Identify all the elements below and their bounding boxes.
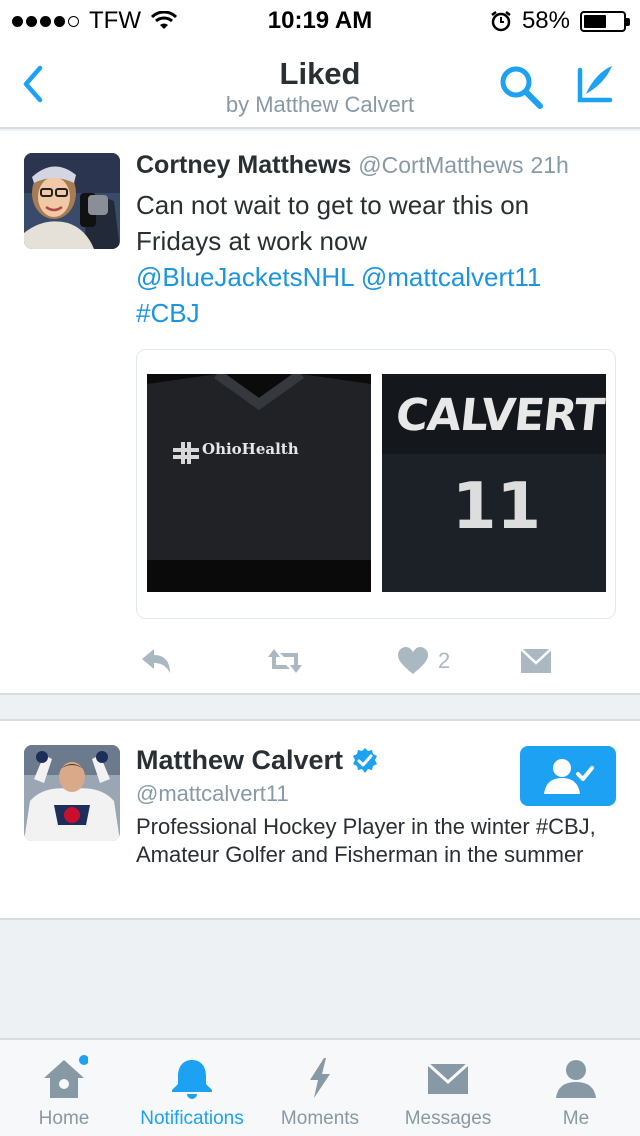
search-button[interactable] bbox=[496, 62, 546, 112]
user-card[interactable]: Matthew Calvert @mattcalvert11 Professio… bbox=[0, 719, 640, 920]
retweet-button[interactable] bbox=[266, 645, 304, 677]
person-check-icon bbox=[544, 759, 594, 794]
tweet-actions: 2 bbox=[136, 639, 616, 679]
tweet-text-line: Can not wait to get to wear this on bbox=[136, 190, 530, 220]
tweet-timestamp: 21h bbox=[530, 152, 569, 178]
compose-button[interactable] bbox=[572, 60, 620, 108]
jersey-name-text: CALVERT bbox=[393, 390, 606, 441]
tweet-media: OhioHealth CALVERT 11 bbox=[136, 349, 616, 619]
tab-messages[interactable]: Messages bbox=[384, 1040, 512, 1136]
verified-badge-icon bbox=[353, 747, 378, 773]
jersey-number-text: 11 bbox=[452, 470, 542, 544]
tweet-author-avatar[interactable] bbox=[24, 153, 120, 249]
mention-link[interactable]: @mattcalvert11 bbox=[361, 262, 542, 292]
tweet-author-name[interactable]: Cortney Matthews bbox=[136, 151, 351, 179]
retweet-icon bbox=[268, 649, 302, 673]
like-button[interactable]: 2 bbox=[398, 645, 450, 677]
hashtag-link[interactable]: #CBJ bbox=[136, 298, 200, 328]
user-name[interactable]: Matthew Calvert bbox=[136, 745, 379, 776]
battery-icon bbox=[580, 10, 630, 32]
direct-message-button[interactable] bbox=[520, 645, 552, 677]
user-display-name: Matthew Calvert bbox=[136, 745, 344, 775]
reply-button[interactable] bbox=[140, 645, 172, 677]
tweet-header: Cortney Matthews @CortMatthews 21h bbox=[136, 151, 569, 180]
home-badge-dot bbox=[79, 1055, 88, 1065]
like-count: 2 bbox=[438, 648, 451, 673]
tab-moments[interactable]: Moments bbox=[256, 1040, 384, 1136]
alarm-icon bbox=[491, 11, 511, 32]
user-avatar[interactable] bbox=[24, 745, 120, 841]
tab-me[interactable]: Me bbox=[512, 1040, 640, 1136]
screen: TFW 10:19 AM 58% Liked by Matthew Calver… bbox=[0, 0, 640, 1136]
tab-notifications[interactable]: Notifications bbox=[128, 1040, 256, 1136]
status-bar: TFW 10:19 AM 58% bbox=[0, 0, 640, 40]
tweet[interactable]: Cortney Matthews @CortMatthews 21h Can n… bbox=[0, 131, 640, 695]
tweet-author-handle[interactable]: @CortMatthews bbox=[358, 152, 523, 178]
envelope-icon bbox=[426, 1062, 470, 1094]
mention-link[interactable]: @BlueJacketsNHL bbox=[136, 262, 354, 292]
reply-icon bbox=[142, 649, 170, 673]
nav-header: Liked by Matthew Calvert bbox=[0, 40, 640, 129]
tab-label: Moments bbox=[280, 1108, 360, 1129]
tab-label: Notifications bbox=[140, 1108, 244, 1129]
status-right: 58% bbox=[490, 7, 630, 35]
tab-label: Messages bbox=[404, 1108, 492, 1129]
lightning-icon bbox=[310, 1058, 330, 1098]
user-bio: Professional Hockey Player in the winter… bbox=[136, 814, 596, 867]
tweet-text: Can not wait to get to wear this on Frid… bbox=[136, 187, 606, 331]
search-icon bbox=[500, 66, 543, 109]
person-icon bbox=[556, 1060, 596, 1098]
compose-icon bbox=[577, 66, 613, 103]
heart-icon bbox=[398, 647, 428, 674]
tweet-text-line: Fridays at work now bbox=[136, 226, 368, 256]
home-icon bbox=[44, 1055, 88, 1098]
battery-percent: 58% bbox=[521, 7, 570, 34]
battery-level-fill bbox=[584, 14, 606, 28]
envelope-icon bbox=[520, 648, 552, 673]
tab-home[interactable]: Home bbox=[0, 1040, 128, 1136]
tab-label: Home bbox=[38, 1108, 90, 1129]
tab-label: Me bbox=[562, 1108, 590, 1129]
tab-bar: Home Notifications Moments Messages Me bbox=[0, 1038, 640, 1136]
bell-icon bbox=[172, 1060, 212, 1099]
tweet-photo-jersey-front[interactable]: OhioHealth bbox=[147, 374, 371, 592]
user-handle: @mattcalvert11 bbox=[136, 781, 289, 806]
tweet-photo-jersey-back[interactable]: CALVERT 11 bbox=[382, 374, 606, 592]
jersey-logo-text: OhioHealth bbox=[202, 440, 299, 458]
following-button[interactable] bbox=[520, 746, 616, 806]
